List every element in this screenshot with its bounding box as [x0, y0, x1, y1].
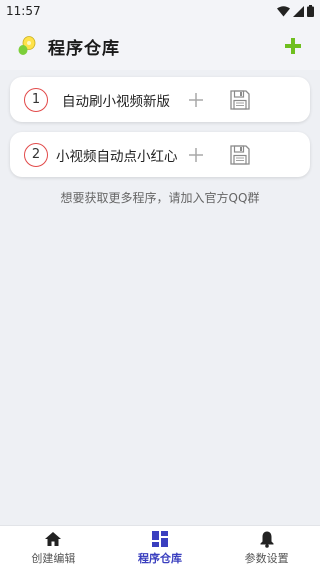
- page-title: 程序仓库: [48, 38, 120, 59]
- floppy-disk-icon: [230, 89, 250, 110]
- save-program-button[interactable]: [228, 88, 252, 112]
- signal-icon: [293, 5, 304, 17]
- nav-item-create-edit[interactable]: 创建编辑: [0, 526, 107, 569]
- battery-icon: [307, 5, 314, 17]
- nav-item-settings[interactable]: 参数设置: [213, 526, 320, 569]
- program-title: 自动刷小视频新版: [62, 93, 170, 110]
- program-list: 1 自动刷小视频新版 2 小视频自动点小红心: [10, 77, 310, 187]
- bottom-nav: 创建编辑 程序仓库 参数设置: [0, 525, 320, 569]
- program-card[interactable]: 1 自动刷小视频新版: [10, 77, 310, 122]
- status-time: 11:57: [6, 4, 41, 18]
- app-logo-icon: [18, 36, 36, 55]
- plus-icon: [285, 38, 301, 54]
- nav-label: 参数设置: [244, 552, 289, 565]
- program-title: 小视频自动点小红心: [56, 148, 178, 165]
- plus-icon: [189, 92, 203, 107]
- program-card[interactable]: 2 小视频自动点小红心: [10, 132, 310, 177]
- join-qq-group-hint: 想要获取更多程序，请加入官方QQ群: [60, 191, 260, 205]
- plus-icon: [189, 147, 203, 162]
- add-to-edit-button[interactable]: [184, 143, 208, 167]
- nav-item-program-repo[interactable]: 程序仓库: [107, 526, 214, 569]
- program-number-badge: 2: [24, 142, 48, 167]
- add-to-edit-button[interactable]: [184, 88, 208, 112]
- floppy-disk-icon: [230, 144, 250, 165]
- nav-label: 程序仓库: [138, 552, 182, 565]
- home-icon: [43, 529, 63, 549]
- app-bar: 程序仓库: [0, 22, 320, 70]
- add-program-button[interactable]: [280, 33, 306, 59]
- wifi-icon: [277, 5, 290, 16]
- grid-icon: [150, 529, 170, 549]
- nav-label: 创建编辑: [31, 552, 76, 565]
- program-number-badge: 1: [24, 87, 48, 112]
- status-icons: [277, 5, 314, 17]
- save-program-button[interactable]: [228, 143, 252, 167]
- status-bar: 11:57: [0, 0, 320, 22]
- bell-icon: [257, 529, 277, 549]
